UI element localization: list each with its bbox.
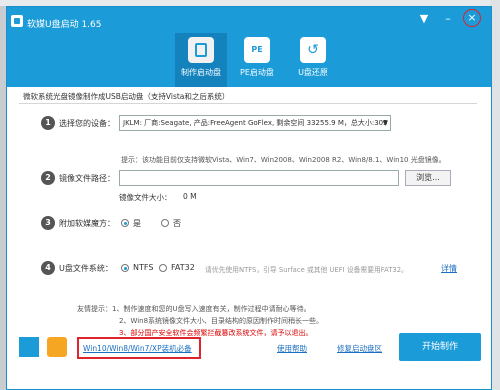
cube-yes-label: 是 [133,219,141,228]
ntfs-radio[interactable] [121,264,129,272]
start-button[interactable]: 开始制作 [399,333,481,361]
tip-2: 2、Win8系统镜像文件大小、目录结构的原因制作时间稍长一些。 [119,317,324,325]
pe-icon: PE [244,37,270,63]
section-title: 微软系统光盘镜像制作成USB启动盘（支持Vista和之后系统） [23,92,230,101]
tab-usb-restore[interactable]: ↺ U盘还原 [287,33,339,87]
tab-pe-bootdisk[interactable]: PE PE启动盘 [231,33,283,87]
step-number-3: 3 [41,216,55,230]
fs-note: 请优先使用NTFS，引导 Surface 或其他 UEFI 设备需要用FAT32… [205,266,408,274]
repair-partition-link[interactable]: 修复启动盘区 [337,343,382,354]
tab-make-bootdisk[interactable]: 制作启动盘 [175,33,227,87]
step-number-2: 2 [41,171,55,185]
windows-logo-icon [19,337,39,357]
fat32-radio[interactable] [159,264,167,272]
tab-label: PE启动盘 [240,68,274,77]
tips-prefix: 友情提示： [77,305,112,313]
ntfs-label: NTFS [133,263,154,272]
cube-no-radio[interactable] [161,219,169,227]
fs-label: U盘文件系统： [59,264,113,273]
title-bar: 软媒U盘启动 1.65 ▼ – × 制作启动盘 PE PE启动盘 ↺ U盘还原 [7,7,491,87]
iso-size-label: 镜像文件大小： [119,193,172,202]
divider [19,103,477,104]
step-number-1: 1 [41,116,55,130]
menu-icon[interactable]: ▼ [415,11,433,27]
usb-drive-icon [188,37,214,63]
fat32-label: FAT32 [171,263,195,272]
iso-path-input[interactable] [119,170,399,186]
app-title: 软媒U盘启动 1.65 [27,20,102,30]
tab-label: 制作启动盘 [181,68,221,77]
restore-icon: ↺ [300,37,326,63]
chevron-down-icon: ▼ [382,119,388,127]
device-label: 选择您的设备： [59,119,115,128]
device-select[interactable]: JKLM: 厂商:Seagate, 产品:FreeAgent GoFlex, 剩… [119,115,391,131]
app-window: 软媒U盘启动 1.65 ▼ – × 制作启动盘 PE PE启动盘 ↺ U盘还原 … [6,6,492,390]
iso-hint: 提示：该功能目前仅支持微软Vista、Win7、Win2008、Win2008 … [121,156,446,164]
details-link[interactable]: 详情 [441,263,457,274]
tips: 友情提示：1、制作速度和您的U盘写入速度有关，制作过程中请耐心等待。 2、Win… [77,303,323,339]
step-number-4: 4 [41,261,55,275]
cube-yes-radio[interactable] [121,219,129,227]
tab-label: U盘还原 [298,68,328,77]
device-value: JKLM: 厂商:Seagate, 产品:FreeAgent GoFlex, 剩… [123,119,388,127]
app-icon [11,15,23,27]
help-link[interactable]: 使用帮助 [277,343,307,354]
windows-xp-logo-icon [47,337,67,357]
cube-no-label: 否 [173,219,181,228]
browse-button[interactable]: 浏览... [405,170,451,186]
iso-size-value: 0 M [183,192,197,201]
minimize-icon[interactable]: – [439,11,457,27]
iso-path-label: 镜像文件路径： [59,174,115,183]
cube-label: 附加软媒魔方： [59,219,115,228]
close-icon[interactable]: × [463,9,481,27]
tip-1: 1、制作速度和您的U盘写入速度有关，制作过程中请耐心等待。 [112,305,311,313]
installer-essentials-link[interactable]: Win10/Win8/Win7/XP装机必备 [83,343,192,354]
